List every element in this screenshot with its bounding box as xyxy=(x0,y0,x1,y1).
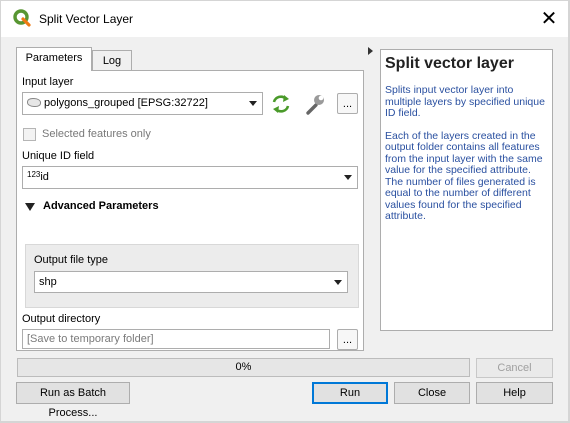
advanced-toggle[interactable]: Advanced Parameters xyxy=(25,199,325,217)
tab-parameters[interactable]: Parameters xyxy=(16,47,92,71)
layer-options-button[interactable]: ... xyxy=(337,93,358,114)
iterate-icon[interactable] xyxy=(270,93,292,115)
output-type-combo[interactable]: shp xyxy=(34,271,348,293)
chevron-down-icon xyxy=(344,175,352,180)
chevron-down-icon xyxy=(249,101,257,106)
unique-id-value: id xyxy=(40,171,49,183)
dialog-body: ‹ Parameters Log Input layer polygons_gr… xyxy=(1,37,568,421)
title-bar: Split Vector Layer ✕ xyxy=(1,1,568,37)
help-paragraph-1: Splits input vector layer into multiple … xyxy=(385,84,545,119)
run-button[interactable]: Run xyxy=(312,382,388,404)
output-type-label: Output file type xyxy=(34,254,108,266)
progress-bar: 0% xyxy=(17,358,470,377)
unique-id-combo[interactable]: 123id xyxy=(22,166,358,189)
window-title: Split Vector Layer xyxy=(39,12,134,26)
cancel-button[interactable]: Cancel xyxy=(476,358,553,378)
chevron-down-icon xyxy=(334,280,342,285)
input-layer-label: Input layer xyxy=(22,76,74,88)
help-panel: Split vector layer Splits input vector l… xyxy=(380,49,553,331)
close-button[interactable]: Close xyxy=(394,382,470,404)
output-dir-placeholder: [Save to temporary folder] xyxy=(27,333,154,345)
triangle-right-icon[interactable] xyxy=(368,47,373,55)
help-button[interactable]: Help xyxy=(476,382,553,404)
run-batch-button[interactable]: Run as Batch Process... xyxy=(16,382,130,419)
output-dir-input[interactable]: [Save to temporary folder] xyxy=(22,329,330,349)
triangle-down-icon xyxy=(25,203,35,211)
tab-log[interactable]: Log xyxy=(92,50,132,71)
qgis-logo-icon xyxy=(13,9,31,27)
parameters-panel: Input layer polygons_grouped [EPSG:32722… xyxy=(16,70,364,351)
input-layer-value: polygons_grouped [EPSG:32722] xyxy=(44,97,208,109)
help-paragraph-2: Each of the layers created in the output… xyxy=(385,129,543,222)
advanced-group: Output file type shp xyxy=(25,244,359,308)
close-window-icon[interactable]: ✕ xyxy=(536,6,562,32)
output-dir-label: Output directory xyxy=(22,313,101,325)
progress-text: 0% xyxy=(235,361,252,373)
polygon-layer-icon xyxy=(27,97,41,107)
input-layer-combo[interactable]: polygons_grouped [EPSG:32722] xyxy=(22,92,263,115)
unique-id-label: Unique ID field xyxy=(22,150,95,162)
wrench-icon[interactable] xyxy=(303,92,327,116)
output-type-value: shp xyxy=(39,276,57,288)
help-title: Split vector layer xyxy=(385,55,514,72)
selected-only-label: Selected features only xyxy=(42,128,151,140)
selected-only-checkbox[interactable] xyxy=(23,128,36,141)
numeric-field-icon: 123 xyxy=(27,170,41,179)
browse-button[interactable]: ... xyxy=(337,329,358,350)
advanced-label: Advanced Parameters xyxy=(43,200,159,212)
